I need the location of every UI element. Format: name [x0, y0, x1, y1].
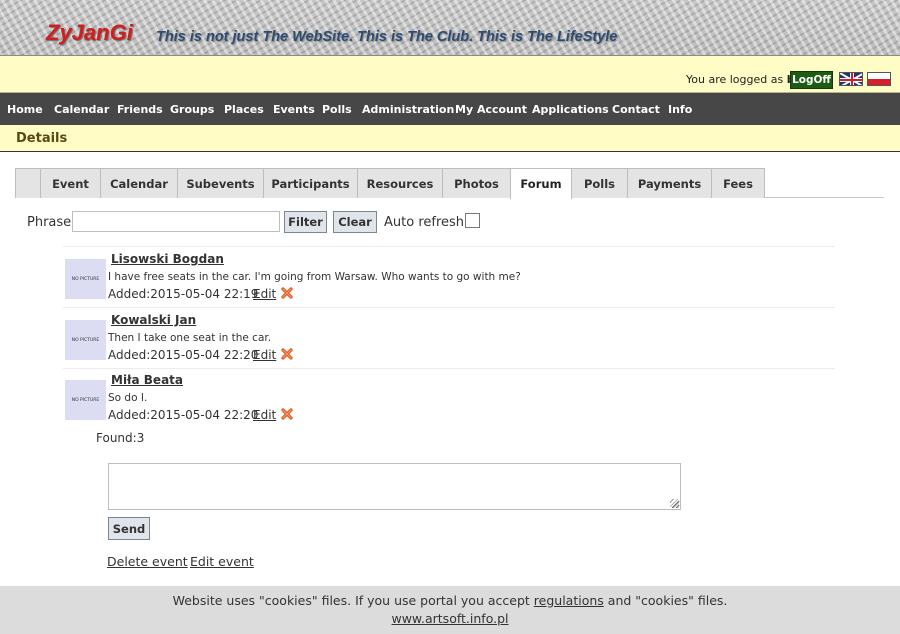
post-text: I have free seats in the car. I'm going … [108, 271, 521, 283]
post-date: Added:2015-05-04 22:19 [108, 287, 259, 301]
english-flag-icon[interactable] [839, 72, 863, 86]
resize-grip-icon[interactable] [670, 499, 679, 508]
flag-cross [851, 73, 853, 85]
tab-polls[interactable]: Polls [571, 168, 628, 198]
banner [0, 0, 900, 56]
tab-resources[interactable]: Resources [357, 168, 443, 198]
delete-icon[interactable] [280, 286, 294, 300]
tab-fees[interactable]: Fees [711, 168, 765, 198]
menu-info[interactable]: Info [668, 103, 692, 116]
artsoft-link[interactable]: www.artsoft.info.pl [391, 611, 508, 626]
cookie-text-after: and "cookies" files. [607, 593, 728, 608]
delete-event-link[interactable]: Delete event [107, 554, 188, 569]
cookie-notice: Website uses "cookies" files. If you use… [0, 593, 900, 608]
auto-refresh-checkbox[interactable] [465, 213, 480, 228]
avatar: NO PICTURE [65, 320, 106, 360]
phrase-input[interactable] [72, 211, 280, 232]
menu-friends[interactable]: Friends [117, 103, 163, 116]
tab-event[interactable]: Event [40, 168, 101, 198]
post-text: So do I. [108, 392, 148, 404]
tab-participants[interactable]: Participants [263, 168, 358, 198]
post-separator [63, 246, 835, 247]
footer-link-row: www.artsoft.info.pl [0, 611, 900, 626]
avatar: NO PICTURE [65, 380, 106, 420]
polish-flag-icon[interactable] [867, 72, 891, 86]
tab-forum[interactable]: Forum [510, 168, 572, 199]
avatar: NO PICTURE [65, 259, 106, 299]
logged-status: You are logged as bl [686, 73, 798, 86]
tab-calendar[interactable]: Calendar [100, 168, 178, 198]
menu-polls[interactable]: Polls [322, 103, 352, 116]
post-separator [63, 368, 835, 369]
phrase-label: Phrase: [27, 215, 76, 230]
menu-calendar[interactable]: Calendar [54, 103, 109, 116]
clear-button[interactable]: Clear [333, 211, 377, 233]
post-separator [63, 307, 835, 308]
post-author[interactable]: Lisowski Bogdan [111, 252, 224, 266]
auto-refresh-label: Auto refresh [384, 215, 465, 230]
page-title: Details [16, 131, 68, 146]
post-date: Added:2015-05-04 22:20 [108, 408, 259, 422]
menu-my-account[interactable]: My Account [455, 103, 527, 116]
post-author[interactable]: Kowalski Jan [111, 313, 196, 327]
tab-blank[interactable] [15, 168, 41, 198]
post-text: Then I take one seat in the car. [108, 332, 272, 344]
filter-button[interactable]: Filter [284, 211, 327, 233]
send-button[interactable]: Send [108, 517, 150, 540]
tab-payments[interactable]: Payments [627, 168, 712, 198]
site-slogan: This is not just The WebSite. This is Th… [156, 29, 618, 45]
menu-applications[interactable]: Applications [532, 103, 609, 116]
logoff-button[interactable]: LogOff [790, 71, 833, 89]
reply-textarea[interactable] [108, 463, 681, 510]
regulations-link[interactable]: regulations [534, 593, 604, 608]
edit-post-link[interactable]: Edit [253, 348, 276, 362]
menu-events[interactable]: Events [273, 103, 315, 116]
edit-post-link[interactable]: Edit [253, 408, 276, 422]
post-author[interactable]: Miła Beata [111, 373, 183, 387]
menu-places[interactable]: Places [224, 103, 264, 116]
menu-home[interactable]: Home [7, 103, 43, 116]
delete-icon[interactable] [280, 407, 294, 421]
menu-groups[interactable]: Groups [170, 103, 214, 116]
cookie-text-before: Website uses "cookies" files. If you use… [172, 593, 530, 608]
site-logo[interactable]: ZyJanGi [46, 20, 133, 46]
details-bar [0, 125, 900, 152]
tab-photos[interactable]: Photos [442, 168, 511, 198]
edit-event-link[interactable]: Edit event [190, 554, 254, 569]
delete-icon[interactable] [280, 347, 294, 361]
menu-contact[interactable]: Contact [612, 103, 660, 116]
logged-prefix: You are logged as [686, 73, 784, 86]
post-date: Added:2015-05-04 22:20 [108, 348, 259, 362]
menu-administration[interactable]: Administration [362, 103, 454, 116]
found-count: Found:3 [96, 431, 145, 445]
edit-post-link[interactable]: Edit [253, 287, 276, 301]
tab-subevents[interactable]: Subevents [177, 168, 264, 198]
